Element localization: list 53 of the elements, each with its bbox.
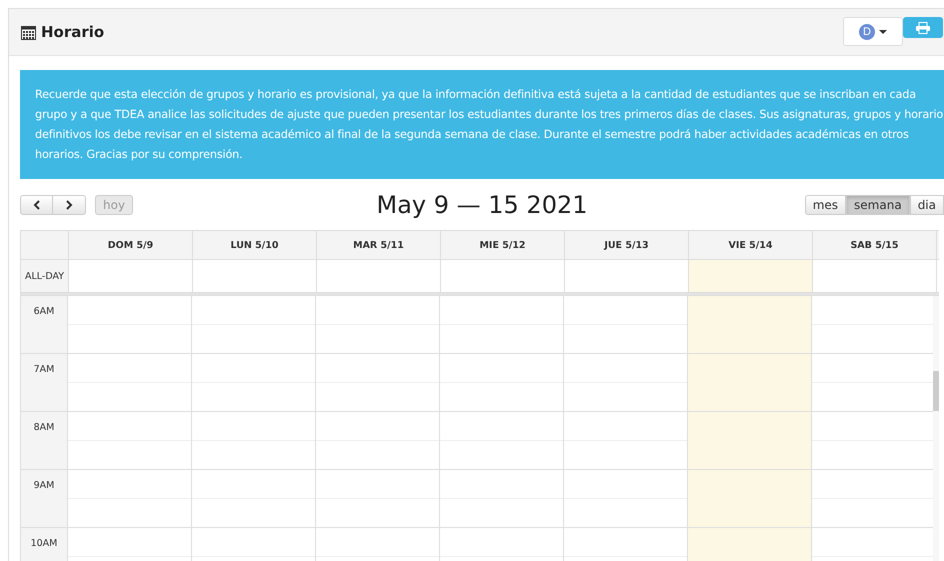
time-slot-cell[interactable]	[68, 354, 192, 411]
time-slot-cell[interactable]	[68, 412, 192, 469]
panel-title: Horario	[41, 23, 104, 41]
print-button[interactable]	[903, 17, 943, 38]
hour-label: 9AM	[34, 480, 54, 491]
time-slot-cell[interactable]	[564, 470, 688, 527]
time-slot-cell[interactable]	[316, 412, 440, 469]
day-header: MAR 5/11	[317, 231, 441, 259]
time-slot-cell[interactable]	[192, 412, 316, 469]
day-header: LUN 5/10	[193, 231, 317, 259]
next-button[interactable]	[53, 195, 86, 215]
time-slot-cell[interactable]	[440, 470, 564, 527]
scrollbar[interactable]	[933, 296, 939, 561]
time-slot-cell[interactable]	[192, 354, 316, 411]
hour-label: 8AM	[34, 422, 54, 433]
hour-label: 10AM	[30, 538, 58, 549]
day-header: VIE 5/14	[689, 231, 813, 259]
time-slot-cell[interactable]	[564, 296, 688, 353]
view-tab[interactable]: mes	[804, 195, 846, 215]
time-slot-cell[interactable]	[688, 296, 812, 353]
day-header: SAB 5/15	[813, 231, 937, 259]
time-slot-cell[interactable]	[68, 296, 192, 353]
printer-icon	[916, 22, 930, 34]
time-slot-cell[interactable]	[316, 296, 440, 353]
chevron-left-icon	[32, 200, 40, 210]
time-slot-cell[interactable]	[688, 354, 812, 411]
view-tab[interactable]: dia	[910, 195, 944, 215]
time-slot-cell[interactable]	[316, 470, 440, 527]
time-slot-cell[interactable]	[440, 296, 564, 353]
time-slot-cell[interactable]	[564, 354, 688, 411]
notice-message: Recuerde que esta elección de grupos y horario es provisional, ya que la información definitiva está sujeta a la cantidad de estudiantes que se inscriban en cada grupo y a que TDEA analice las solicitudes de ajuste que pueden presentar los estudiantes durante los tres primeros días de clases. Sus asignaturas, grupos y horario definitivos los debe revisar en el sistema académico al final de la segunda semana de clase. Durante el semestre podrá haber actividades académicas en otros horarios. Gracias por su comprensión.	[20, 70, 944, 179]
all-day-cell[interactable]	[689, 260, 813, 292]
time-slot-cell[interactable]	[564, 412, 688, 469]
time-slot-cell[interactable]	[440, 412, 564, 469]
all-day-label: ALL-DAY	[21, 260, 69, 292]
date-range-title: May 9 — 15 2021	[376, 191, 588, 219]
time-slot-cell[interactable]	[688, 470, 812, 527]
time-slot-cell[interactable]	[192, 296, 316, 353]
calendar-icon	[21, 24, 36, 40]
previous-button[interactable]	[20, 195, 53, 215]
day-header: DOM 5/9	[69, 231, 193, 259]
day-header: JUE 5/13	[565, 231, 689, 259]
time-slot-cell[interactable]	[440, 354, 564, 411]
time-slot-cell[interactable]	[316, 354, 440, 411]
day-header: MIE 5/12	[441, 231, 565, 259]
time-slot-cell[interactable]	[688, 412, 812, 469]
time-slot-cell[interactable]	[68, 470, 192, 527]
time-slot-cell[interactable]	[192, 470, 316, 527]
chevron-right-icon	[65, 200, 73, 210]
hour-label: 6AM	[34, 306, 54, 317]
view-tab[interactable]: semana	[846, 195, 910, 215]
hour-label: 7AM	[34, 364, 54, 375]
scrollbar-thumb[interactable]	[933, 371, 939, 411]
